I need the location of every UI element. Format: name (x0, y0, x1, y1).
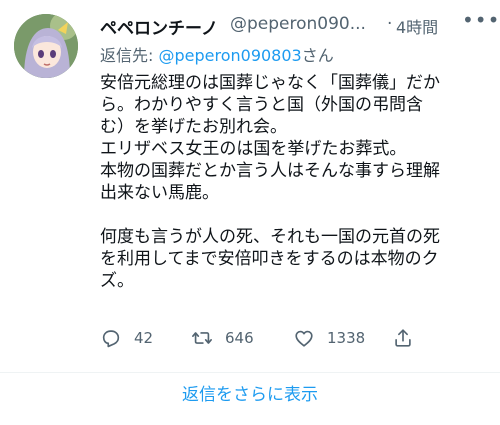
share-icon (395, 329, 411, 347)
reply-to-mention[interactable]: @peperon090803 (158, 46, 301, 65)
show-more-replies-link[interactable]: 返信をさらに表示 (0, 380, 500, 405)
action-bar: 42 646 1338 (100, 323, 490, 353)
avatar-image (14, 14, 78, 78)
divider (0, 372, 500, 373)
tweet-text-line: 本物の国葬だとか言う人はそんな事すら理解 (100, 161, 440, 181)
tweet[interactable]: ペペロンチーノ @peperon090... · 4時間 ••• 返信先: @p… (0, 0, 500, 425)
tweet-text-line: ら。わかりやすく言うと国（外国の弔問含 (100, 95, 423, 115)
reply-to-prefix: 返信先: (100, 46, 159, 65)
reply-to-suffix: さん (301, 46, 334, 65)
tweet-text-line: む）を挙げたお別れ会。 (100, 117, 287, 137)
reply-button[interactable]: 42 (100, 323, 153, 353)
tweet-text-line: 何度も言うが人の死、それも一国の元首の死 (100, 227, 440, 247)
reply-count: 42 (134, 329, 154, 347)
more-icon[interactable]: ••• (462, 6, 499, 34)
tweet-text-line: 出来ない馬鹿。 (100, 183, 219, 203)
avatar[interactable] (14, 14, 78, 78)
tweet-text: 安倍元総理のは国葬じゃなく「国葬儀」だか ら。わかりやすく言うと国（外国の弔問含… (100, 72, 490, 292)
like-button[interactable]: 1338 (293, 323, 365, 353)
heart-icon (295, 330, 313, 347)
reply-to: 返信先: @peperon090803さん (100, 42, 334, 66)
share-button[interactable] (392, 323, 426, 353)
timestamp[interactable]: 4時間 (396, 14, 438, 38)
tweet-header: ペペロンチーノ @peperon090... · 4時間 ••• (100, 8, 499, 40)
separator: · (387, 14, 393, 34)
like-count: 1338 (327, 329, 366, 347)
retweet-icon (192, 332, 212, 344)
tweet-text-line: エリザベス女王のは国を挙げたお葬式。 (100, 139, 407, 159)
retweet-button[interactable]: 646 (191, 323, 254, 353)
user-handle[interactable]: @peperon090... (230, 14, 366, 34)
tweet-text-line: ズ。 (100, 271, 134, 291)
tweet-text-line: を利用してまで安倍叩きをするのは本物のク (100, 249, 439, 269)
display-name[interactable]: ペペロンチーノ (100, 14, 218, 39)
reply-icon (102, 330, 120, 348)
tweet-text-line: 安倍元総理のは国葬じゃなく「国葬儀」だか (100, 73, 440, 93)
retweet-count: 646 (225, 329, 254, 347)
